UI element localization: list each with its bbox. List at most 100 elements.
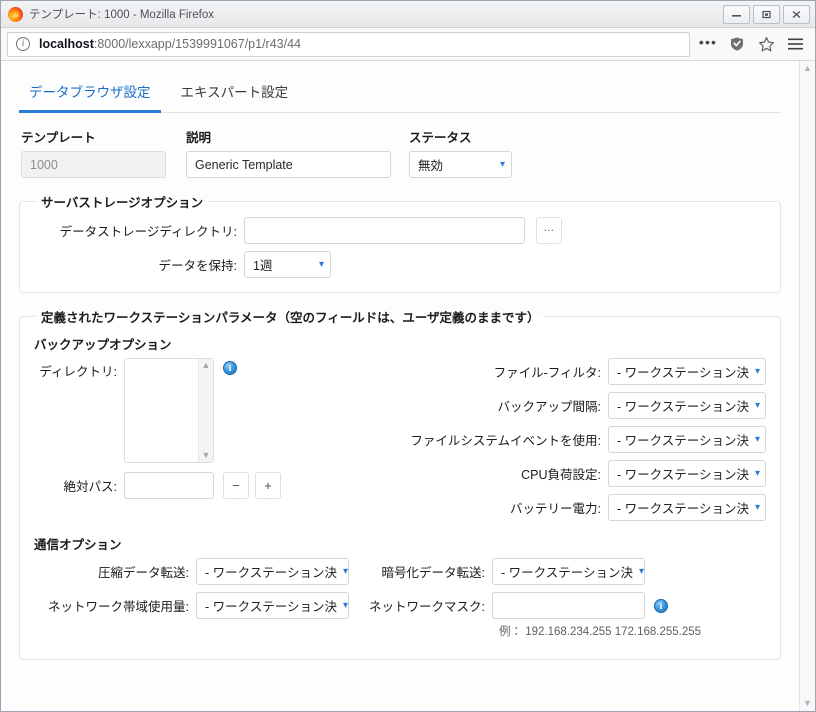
- description-field-group: 説明 Generic Template: [186, 127, 391, 178]
- tab-expert-settings[interactable]: エキスパート設定: [171, 77, 299, 113]
- netmask-label: ネットワークマスク:: [369, 600, 485, 614]
- battery-power-row: バッテリー電力: - ワークステーション決 ▾: [285, 494, 766, 521]
- minimize-button[interactable]: [723, 4, 750, 24]
- description-input[interactable]: Generic Template: [186, 151, 391, 178]
- backup-columns: ディレクトリ: ▲ ▼ i 絶対パス: − + ファイル-フィルタ: - ワーク…: [34, 358, 766, 521]
- cpu-load-value: - ワークステーション決: [617, 468, 750, 482]
- bandwidth-label: ネットワーク帯域使用量:: [48, 600, 189, 614]
- directory-row: ディレクトリ: ▲ ▼: [34, 358, 281, 463]
- close-button[interactable]: [783, 4, 810, 24]
- status-select-value: 無効: [418, 159, 444, 173]
- tab-data-browser-settings[interactable]: データブラウザ設定: [19, 77, 161, 113]
- chevron-down-icon: ▾: [755, 399, 761, 411]
- example-spacer: [34, 623, 499, 639]
- info-icon[interactable]: [654, 598, 668, 613]
- data-storage-dir-input[interactable]: [244, 217, 525, 244]
- info-circle-icon[interactable]: [16, 37, 30, 51]
- chevron-down-icon: ▾: [499, 158, 505, 170]
- directory-textarea[interactable]: ▲ ▼: [124, 358, 214, 463]
- server-storage-fieldset: サーバストレージオプション データストレージディレクトリ: … データを保持: …: [19, 192, 781, 293]
- chevron-down-icon: ▾: [755, 433, 761, 445]
- backup-interval-row: バックアップ間隔: - ワークステーション決 ▾: [285, 392, 766, 419]
- url-text: localhost:8000/lexxapp/1539991067/p1/r43…: [39, 37, 301, 51]
- chevron-down-icon: ▾: [755, 501, 761, 513]
- address-bar[interactable]: localhost:8000/lexxapp/1539991067/p1/r43…: [7, 31, 690, 57]
- window-controls: [723, 4, 813, 24]
- bandwidth-select[interactable]: - ワークステーション決 ▾: [196, 592, 349, 619]
- page-body: データブラウザ設定 エキスパート設定 テンプレート 1000 説明 Generi…: [1, 61, 799, 711]
- encrypted-transfer-label: 暗号化データ転送:: [381, 566, 485, 580]
- file-filter-value: - ワークステーション決: [617, 366, 750, 380]
- template-label: テンプレート: [21, 131, 96, 145]
- fs-events-select[interactable]: - ワークステーション決 ▾: [608, 426, 766, 453]
- top-fields-row: テンプレート 1000 説明 Generic Template ステータス 無効…: [19, 127, 781, 178]
- info-icon[interactable]: [223, 361, 237, 375]
- bandwidth-value: - ワークステーション決: [205, 600, 338, 614]
- firefox-logo-icon: [8, 6, 23, 22]
- backup-interval-label: バックアップ間隔:: [497, 400, 601, 414]
- url-host: localhost: [39, 37, 94, 51]
- compressed-transfer-select[interactable]: - ワークステーション決 ▾: [196, 558, 349, 585]
- communication-options-heading: 通信オプション: [34, 538, 122, 552]
- backup-interval-select[interactable]: - ワークステーション決 ▾: [608, 392, 766, 419]
- keep-data-value: 1週: [253, 259, 273, 273]
- description-label: 説明: [186, 131, 212, 145]
- keep-data-select[interactable]: 1週 ▾: [244, 251, 331, 278]
- data-storage-dir-row: データストレージディレクトリ: …: [34, 217, 766, 244]
- status-select[interactable]: 無効 ▾: [409, 151, 512, 178]
- example-row: 例： 192.168.234.255 172.168.255.255: [34, 623, 766, 639]
- workstation-params-legend: 定義されたワークステーションパラメータ（空のフィールドは、ユーザ定義のままです）: [41, 311, 540, 325]
- scroll-up-icon[interactable]: ▲: [202, 361, 211, 370]
- fs-events-label: ファイルシステムイベントを使用:: [410, 434, 601, 448]
- directory-label: ディレクトリ:: [39, 365, 117, 379]
- abs-path-input[interactable]: [124, 472, 214, 499]
- template-input: 1000: [21, 151, 166, 178]
- chevron-down-icon: ▾: [639, 565, 645, 577]
- hamburger-menu-icon[interactable]: [781, 31, 809, 57]
- page-scrollbar[interactable]: ▲ ▼: [799, 61, 815, 711]
- scroll-down-icon[interactable]: ▼: [202, 451, 211, 460]
- data-storage-dir-label: データストレージディレクトリ:: [59, 225, 237, 239]
- chevron-down-icon: ▾: [318, 258, 324, 270]
- scrollbar-track[interactable]: [800, 73, 815, 699]
- title-bar: テンプレート: 1000 - Mozilla Firefox: [1, 1, 815, 28]
- battery-power-label: バッテリー電力:: [510, 502, 601, 516]
- directory-textarea-body[interactable]: [125, 359, 198, 462]
- overflow-menu-icon[interactable]: •••: [694, 31, 722, 57]
- bookmark-star-icon[interactable]: [752, 31, 780, 57]
- browser-toolbar: localhost:8000/lexxapp/1539991067/p1/r43…: [1, 28, 815, 61]
- scroll-up-icon[interactable]: ▲: [803, 64, 812, 73]
- add-path-button[interactable]: +: [255, 472, 281, 499]
- status-field-group: ステータス 無効 ▾: [409, 127, 512, 178]
- remove-path-button[interactable]: −: [223, 472, 249, 499]
- template-field-group: テンプレート 1000: [21, 127, 166, 178]
- encrypted-transfer-select[interactable]: - ワークステーション決 ▾: [492, 558, 645, 585]
- cpu-load-row: CPU負荷設定: - ワークステーション決 ▾: [285, 460, 766, 487]
- chevron-down-icon: ▾: [755, 365, 761, 377]
- keep-data-row: データを保持: 1週 ▾: [34, 251, 766, 278]
- battery-power-value: - ワークステーション決: [617, 502, 750, 516]
- browse-button[interactable]: …: [536, 217, 562, 244]
- file-filter-select[interactable]: - ワークステーション決 ▾: [608, 358, 766, 385]
- battery-power-select[interactable]: - ワークステーション決 ▾: [608, 494, 766, 521]
- netmask-info-icon-wrap: [654, 598, 668, 613]
- netmask-example: 例： 192.168.234.255 172.168.255.255: [499, 626, 702, 638]
- abs-path-row: 絶対パス: − +: [34, 472, 281, 499]
- backup-interval-value: - ワークステーション決: [617, 400, 750, 414]
- maximize-button[interactable]: [753, 4, 780, 24]
- directory-scrollbar[interactable]: ▲ ▼: [198, 359, 213, 462]
- cpu-load-select[interactable]: - ワークステーション決 ▾: [608, 460, 766, 487]
- status-label: ステータス: [409, 131, 472, 145]
- toolbar-icons: •••: [694, 31, 809, 57]
- cpu-load-label: CPU負荷設定:: [521, 468, 601, 482]
- backup-right-column: ファイル-フィルタ: - ワークステーション決 ▾ バックアップ間隔: - ワー…: [281, 358, 766, 521]
- netmask-input[interactable]: [492, 592, 645, 619]
- encrypted-transfer-value: - ワークステーション決: [501, 566, 634, 580]
- fs-events-value: - ワークステーション決: [617, 434, 750, 448]
- browser-window: テンプレート: 1000 - Mozilla Firefox localhost…: [0, 0, 816, 712]
- workstation-params-fieldset: 定義されたワークステーションパラメータ（空のフィールドは、ユーザ定義のままです）…: [19, 307, 781, 660]
- scroll-down-icon[interactable]: ▼: [803, 699, 812, 708]
- chevron-down-icon: ▾: [343, 599, 349, 611]
- compressed-transfer-value: - ワークステーション決: [205, 566, 338, 580]
- shield-icon[interactable]: [723, 31, 751, 57]
